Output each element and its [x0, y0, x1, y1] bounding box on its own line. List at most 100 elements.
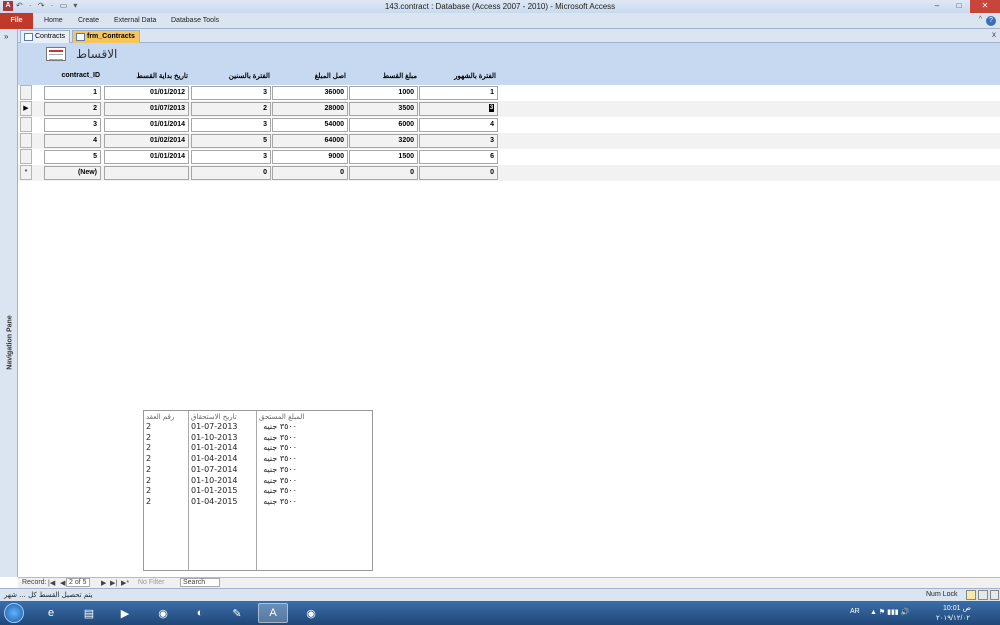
close-document-icon[interactable]: x [992, 30, 996, 39]
form-view-icon[interactable] [966, 590, 976, 600]
list-due-date-values: 01-07-2013 01-10-2013 01-01-2014 01-04-2… [191, 422, 238, 506]
start-date-field[interactable]: 01/01/2014 [104, 118, 189, 132]
tab-contracts[interactable]: Contracts [20, 30, 70, 43]
contract-id-field[interactable]: 4 [44, 134, 101, 148]
ribbon-collapse-icon[interactable]: ^ [979, 16, 982, 23]
installment-field[interactable]: 1000 [349, 86, 418, 100]
months-field[interactable]: 1 [419, 86, 498, 100]
table-row: 3 01/01/2014 3 54000 6000 4 [18, 117, 1000, 133]
window-controls: – □ ✕ [926, 0, 1000, 13]
principal-field[interactable]: 28000 [272, 102, 348, 116]
status-bar: يتم تحصيل القسط كل ... شهر Num Lock [0, 588, 1000, 601]
principal-field[interactable]: 36000 [272, 86, 348, 100]
installment-field[interactable]: 3200 [349, 134, 418, 148]
selected-value: 3 [489, 104, 494, 113]
contract-id-field[interactable]: 2 [44, 102, 101, 116]
language-indicator[interactable]: AR [850, 608, 860, 615]
months-field[interactable]: 4 [419, 118, 498, 132]
table-row-new: * (New) 0 0 0 0 [18, 165, 1000, 181]
record-selector[interactable] [20, 133, 32, 148]
installment-field[interactable]: 3500 [349, 102, 418, 116]
months-field-active[interactable]: 3 [419, 102, 498, 116]
first-record-icon[interactable]: |◀ [48, 579, 55, 587]
years-field[interactable]: 3 [191, 86, 271, 100]
tab-frm-contracts[interactable]: frm_Contracts [72, 30, 140, 43]
header-years: الفترة بالسنين [228, 73, 270, 80]
contract-id-field[interactable]: 1 [44, 86, 101, 100]
record-selector[interactable] [20, 85, 32, 100]
record-selector[interactable]: ▶ [20, 101, 32, 116]
table-row: 5 01/01/2014 3 9000 1500 6 [18, 149, 1000, 165]
tab-database-tools[interactable]: Database Tools [171, 13, 219, 29]
current-record-field[interactable]: 2 of 5 [66, 578, 90, 587]
start-date-field[interactable]: 01/02/2014 [104, 134, 189, 148]
principal-field[interactable]: 64000 [272, 134, 348, 148]
app-icon[interactable]: ◐ [185, 603, 215, 623]
months-field[interactable]: 0 [419, 166, 498, 180]
months-field[interactable]: 6 [419, 150, 498, 164]
ribbon-tabs: File Home Create External Data Database … [0, 13, 1000, 29]
record-selector[interactable] [20, 149, 32, 164]
installment-list-box[interactable]: رقم العقد تاريخ الاستحقاق المبلغ المستحق… [143, 410, 373, 571]
next-record-icon[interactable]: ▶ [101, 579, 106, 587]
years-field[interactable]: 3 [191, 150, 271, 164]
nav-pane-label[interactable]: Navigation Pane [7, 308, 14, 378]
tray-icons[interactable]: ▲ ⚑ ▮▮▮ 🔊 [870, 608, 909, 616]
months-field[interactable]: 3 [419, 134, 498, 148]
start-date-field[interactable]: 01/01/2012 [104, 86, 189, 100]
minimize-button[interactable]: – [926, 0, 948, 13]
tab-home[interactable]: Home [44, 13, 63, 29]
installment-field[interactable]: 1500 [349, 150, 418, 164]
previous-record-icon[interactable]: ◀ [60, 579, 65, 587]
search-input[interactable]: Search [180, 578, 220, 587]
no-filter-button[interactable]: No Filter [138, 579, 164, 586]
principal-field[interactable]: 54000 [272, 118, 348, 132]
years-field[interactable]: 3 [191, 118, 271, 132]
media-player-icon[interactable]: ▶ [110, 603, 140, 623]
start-date-field[interactable]: 01/07/2013 [104, 102, 189, 116]
years-field[interactable]: 5 [191, 134, 271, 148]
list-amount-values: ٣٥٠٠ جنيه ٣٥٠٠ جنيه ٣٥٠٠ جنيه ٣٥٠٠ جنيه … [263, 422, 297, 506]
new-record-selector[interactable]: * [20, 165, 32, 180]
tab-contracts-label: Contracts [35, 33, 65, 40]
tools-app-icon[interactable]: ✎ [222, 603, 252, 623]
header-installment: مبلغ القسط [382, 73, 417, 80]
years-field[interactable]: 0 [191, 166, 271, 180]
list-header-due-date: تاريخ الاستحقاق [191, 413, 237, 421]
contract-id-field[interactable]: (New) [44, 166, 101, 180]
installment-field[interactable]: 6000 [349, 118, 418, 132]
contract-id-field[interactable]: 3 [44, 118, 101, 132]
tab-external-data[interactable]: External Data [114, 13, 156, 29]
num-lock-indicator: Num Lock [926, 591, 958, 598]
access-taskbar-icon[interactable]: A [258, 603, 288, 623]
datasheet-view-icon[interactable] [978, 590, 988, 600]
close-button[interactable]: ✕ [970, 0, 1000, 13]
internet-explorer-icon[interactable]: e [36, 603, 66, 623]
record-selector[interactable] [20, 117, 32, 132]
clock-time[interactable]: 10:01 ص [943, 604, 971, 612]
maximize-button[interactable]: □ [948, 0, 970, 13]
contract-id-field[interactable]: 5 [44, 150, 101, 164]
start-date-field[interactable] [104, 166, 189, 180]
navigation-pane[interactable]: » Navigation Pane [0, 29, 18, 577]
start-button-icon[interactable] [4, 603, 24, 623]
principal-field[interactable]: 0 [272, 166, 348, 180]
tab-create[interactable]: Create [78, 13, 99, 29]
file-tab[interactable]: File [0, 13, 33, 29]
form-header-icon [46, 47, 66, 61]
last-record-icon[interactable]: ▶| [110, 579, 117, 587]
design-view-icon[interactable] [990, 590, 999, 600]
years-field[interactable]: 2 [191, 102, 271, 116]
chrome-icon[interactable]: ◉ [148, 603, 178, 623]
file-explorer-icon[interactable]: ▤ [74, 603, 104, 623]
new-record-icon[interactable]: ▶* [121, 579, 129, 587]
principal-field[interactable]: 9000 [272, 150, 348, 164]
form-header: الاقساط contract_ID تاريخ بداية القسط ال… [18, 43, 1000, 85]
installment-field[interactable]: 0 [349, 166, 418, 180]
windows-taskbar: e ▤ ▶ ◉ ◐ ✎ A ◉ AR ▲ ⚑ ▮▮▮ 🔊 10:01 ص ٢٠١… [0, 601, 1000, 625]
chrome-window-icon[interactable]: ◉ [296, 603, 326, 623]
nav-pane-toggle-icon[interactable]: » [4, 32, 8, 41]
help-icon[interactable]: ? [986, 16, 996, 26]
clock-date[interactable]: ٢٠١٩/١٢/٠٢ [936, 614, 970, 622]
start-date-field[interactable]: 01/01/2014 [104, 150, 189, 164]
